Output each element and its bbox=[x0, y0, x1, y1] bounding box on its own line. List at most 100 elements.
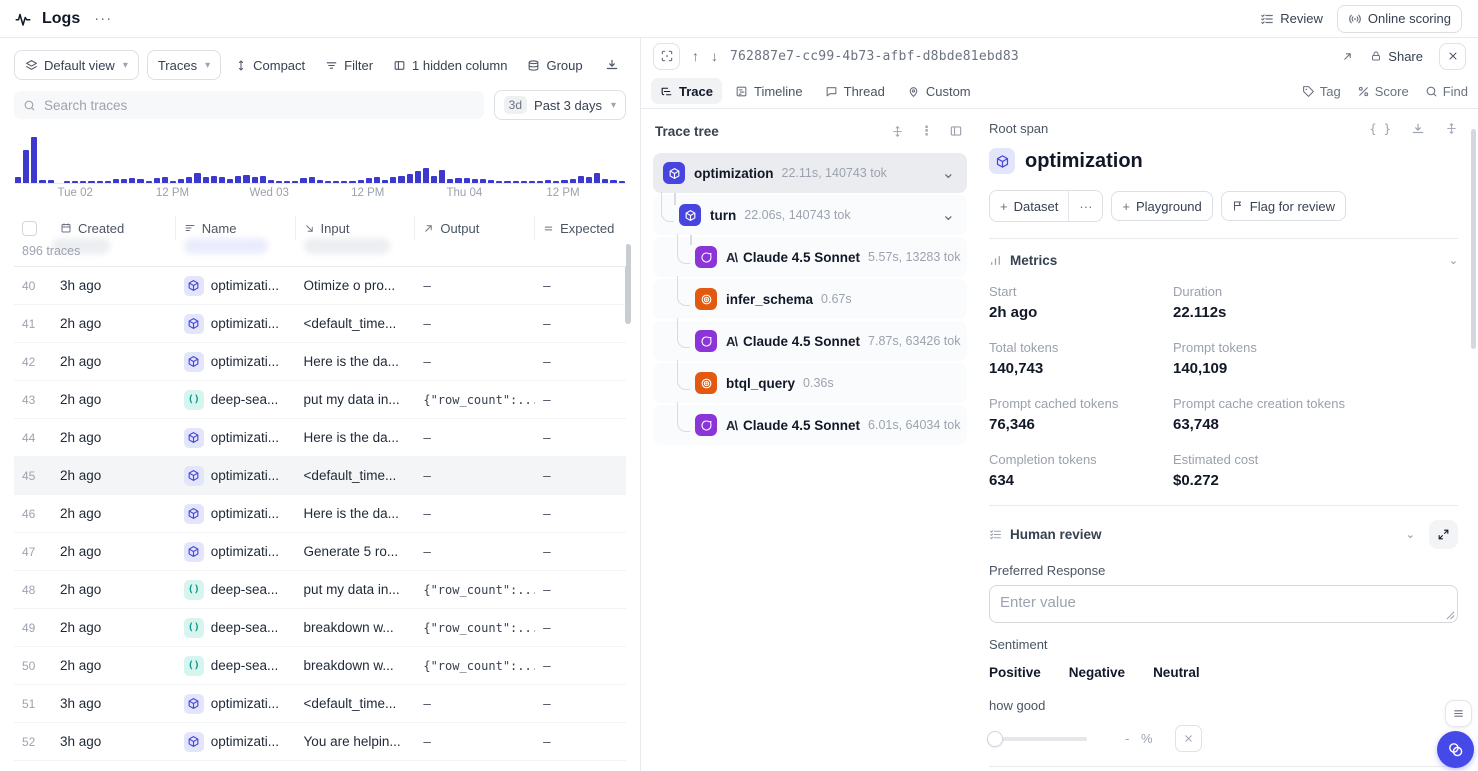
sentiment-positive-button[interactable]: Positive bbox=[989, 665, 1041, 680]
online-scoring-button[interactable]: Online scoring bbox=[1337, 5, 1462, 33]
histogram-bar bbox=[178, 179, 184, 183]
histogram-bar bbox=[382, 180, 388, 183]
tree-node-turn[interactable]: turn22.06s, 140743 tok⌄ bbox=[653, 195, 967, 235]
feedback-menu-button[interactable] bbox=[1445, 700, 1472, 727]
table-row[interactable]: 492h ago()deep-sea...breakdown w...{"row… bbox=[14, 609, 626, 647]
column-header-created[interactable]: Created bbox=[52, 216, 176, 240]
column-header-input[interactable]: Input bbox=[296, 216, 416, 240]
table-row[interactable]: 412h agooptimizati...<default_time...–– bbox=[14, 305, 626, 343]
tab-thread[interactable]: Thread bbox=[816, 78, 894, 104]
chevron-down-icon[interactable]: ⌄ bbox=[1449, 254, 1458, 267]
created-cell: 2h ago bbox=[52, 544, 176, 559]
metric-label: Start bbox=[989, 284, 1173, 299]
histogram-bar bbox=[137, 179, 143, 183]
tree-node-claude-4-5-sonnet[interactable]: A\Claude 4.5 Sonnet5.57s, 13283 tok bbox=[653, 237, 967, 277]
export-button[interactable] bbox=[599, 50, 625, 80]
table-row[interactable]: 422h agooptimizati...Here is the da...–– bbox=[14, 343, 626, 381]
tree-node-infer-schema[interactable]: infer_schema0.67s bbox=[653, 279, 967, 319]
filter-button[interactable]: Filter bbox=[319, 50, 379, 80]
table-row[interactable]: 403h agooptimizati...Otimize o pro...–– bbox=[14, 267, 626, 305]
open-in-new-icon[interactable] bbox=[1341, 50, 1354, 63]
previous-trace-button[interactable]: ↑ bbox=[692, 48, 699, 64]
tree-node-claude-4-5-sonnet[interactable]: A\Claude 4.5 Sonnet7.87s, 63426 tok bbox=[653, 321, 967, 361]
tree-node-btql-query[interactable]: btql_query0.36s bbox=[653, 363, 967, 403]
tree-node-optimization[interactable]: optimization22.11s, 140743 tok⌄ bbox=[653, 153, 967, 193]
table-row[interactable]: 482h ago()deep-sea...put my data in...{"… bbox=[14, 571, 626, 609]
table-row[interactable]: 432h ago()deep-sea...put my data in...{"… bbox=[14, 381, 626, 419]
select-all-checkbox[interactable] bbox=[22, 221, 37, 236]
close-panel-button[interactable] bbox=[1439, 43, 1466, 70]
mode-selector-button[interactable]: Traces ▾ bbox=[147, 50, 221, 80]
tree-guide-line bbox=[674, 193, 676, 205]
table-row[interactable]: 523h agooptimizati...You are helpin...–– bbox=[14, 723, 626, 761]
download-icon[interactable] bbox=[1411, 122, 1425, 136]
column-header-name[interactable]: Name bbox=[176, 216, 296, 240]
chevron-down-icon[interactable]: ⌄ bbox=[942, 205, 955, 225]
more-menu-icon[interactable]: ⋮ bbox=[920, 123, 933, 139]
table-row[interactable]: 442h agooptimizati...Here is the da...–– bbox=[14, 419, 626, 457]
histogram-bar bbox=[300, 178, 306, 183]
histogram-axis-labels: Tue 0212 PMWed 0312 PMThu 0412 PM bbox=[14, 184, 626, 201]
table-row[interactable]: 462h agooptimizati...Here is the da...–– bbox=[14, 495, 626, 533]
tree-node-claude-4-5-sonnet[interactable]: A\Claude 4.5 Sonnet6.01s, 64034 tok bbox=[653, 405, 967, 445]
add-to-dataset-button[interactable]: + Dataset bbox=[990, 191, 1068, 221]
sentiment-neutral-button[interactable]: Neutral bbox=[1153, 665, 1200, 680]
search-traces-box[interactable] bbox=[14, 91, 484, 119]
histogram-bar bbox=[162, 177, 168, 183]
histogram-bar bbox=[488, 180, 494, 183]
column-header-expected[interactable]: Expected bbox=[535, 216, 626, 240]
find-button[interactable]: Find bbox=[1425, 84, 1468, 99]
histogram-bar bbox=[439, 170, 445, 183]
time-range-button[interactable]: 3d Past 3 days ▾ bbox=[494, 90, 626, 120]
how-good-slider[interactable] bbox=[989, 737, 1087, 741]
group-button[interactable]: Group bbox=[521, 50, 588, 80]
histogram-bar bbox=[170, 181, 176, 183]
next-trace-button[interactable]: ↓ bbox=[711, 48, 718, 64]
resize-panel-icon[interactable] bbox=[1445, 122, 1458, 135]
human-review-section-header[interactable]: Human review ⌄ bbox=[989, 520, 1458, 549]
metrics-section-header[interactable]: Metrics ⌄ bbox=[989, 253, 1458, 268]
tag-button[interactable]: Tag bbox=[1302, 84, 1341, 99]
table-row[interactable]: 513h agooptimizati...<default_time...–– bbox=[14, 685, 626, 723]
optimization-task-icon bbox=[184, 466, 204, 486]
review-button[interactable]: Review bbox=[1260, 11, 1323, 26]
histogram-bar bbox=[203, 177, 209, 183]
focus-span-button[interactable] bbox=[653, 43, 680, 70]
table-row[interactable]: 452h agooptimizati...<default_time...–– bbox=[14, 457, 626, 495]
expand-review-button[interactable] bbox=[1429, 520, 1458, 549]
clear-score-button[interactable] bbox=[1175, 725, 1202, 752]
search-traces-input[interactable] bbox=[44, 98, 475, 113]
table-row[interactable]: 502h ago()deep-sea...breakdown w...{"row… bbox=[14, 647, 626, 685]
hidden-columns-button[interactable]: 1 hidden column bbox=[387, 50, 513, 80]
trace-name: optimizati... bbox=[211, 544, 279, 559]
chevron-down-icon[interactable]: ⌄ bbox=[1406, 528, 1415, 541]
tab-custom[interactable]: Custom bbox=[898, 78, 980, 104]
tab-trace[interactable]: Trace bbox=[651, 78, 722, 104]
name-cell: optimizati... bbox=[176, 352, 296, 372]
column-header-output[interactable]: Output bbox=[415, 216, 535, 240]
slider-handle[interactable] bbox=[987, 731, 1003, 747]
score-button[interactable]: Score bbox=[1357, 84, 1409, 99]
preferred-response-input[interactable] bbox=[989, 585, 1458, 623]
output-cell: – bbox=[415, 544, 535, 559]
dataset-more-button[interactable]: ··· bbox=[1069, 191, 1102, 221]
share-button[interactable]: Share bbox=[1370, 49, 1423, 64]
trace-volume-histogram[interactable]: Tue 0212 PMWed 0312 PMThu 0412 PM bbox=[14, 134, 626, 202]
detail-scrollbar[interactable] bbox=[1471, 129, 1476, 349]
flag-for-review-button[interactable]: Flag for review bbox=[1221, 191, 1346, 221]
compact-toggle-button[interactable]: Compact bbox=[229, 50, 311, 80]
chevron-down-icon[interactable]: ⌄ bbox=[942, 163, 955, 183]
sentiment-negative-button[interactable]: Negative bbox=[1069, 665, 1125, 680]
span-duration-tokens: 7.87s, 63426 tok bbox=[868, 334, 960, 348]
tab-timeline[interactable]: Timeline bbox=[726, 78, 812, 104]
view-selector-button[interactable]: Default view ▾ bbox=[14, 50, 139, 80]
function-icon: () bbox=[184, 390, 204, 410]
page-menu-button[interactable]: ··· bbox=[90, 10, 116, 27]
view-json-button[interactable]: { } bbox=[1369, 122, 1391, 136]
add-to-playground-button[interactable]: + Playground bbox=[1111, 191, 1212, 221]
table-row[interactable]: 472h agooptimizati...Generate 5 ro...–– bbox=[14, 533, 626, 571]
brand-fab-button[interactable] bbox=[1437, 731, 1474, 768]
panel-toggle-icon[interactable] bbox=[949, 124, 963, 138]
input-cell: Here is the da... bbox=[296, 430, 416, 445]
expand-all-icon[interactable] bbox=[891, 125, 904, 138]
